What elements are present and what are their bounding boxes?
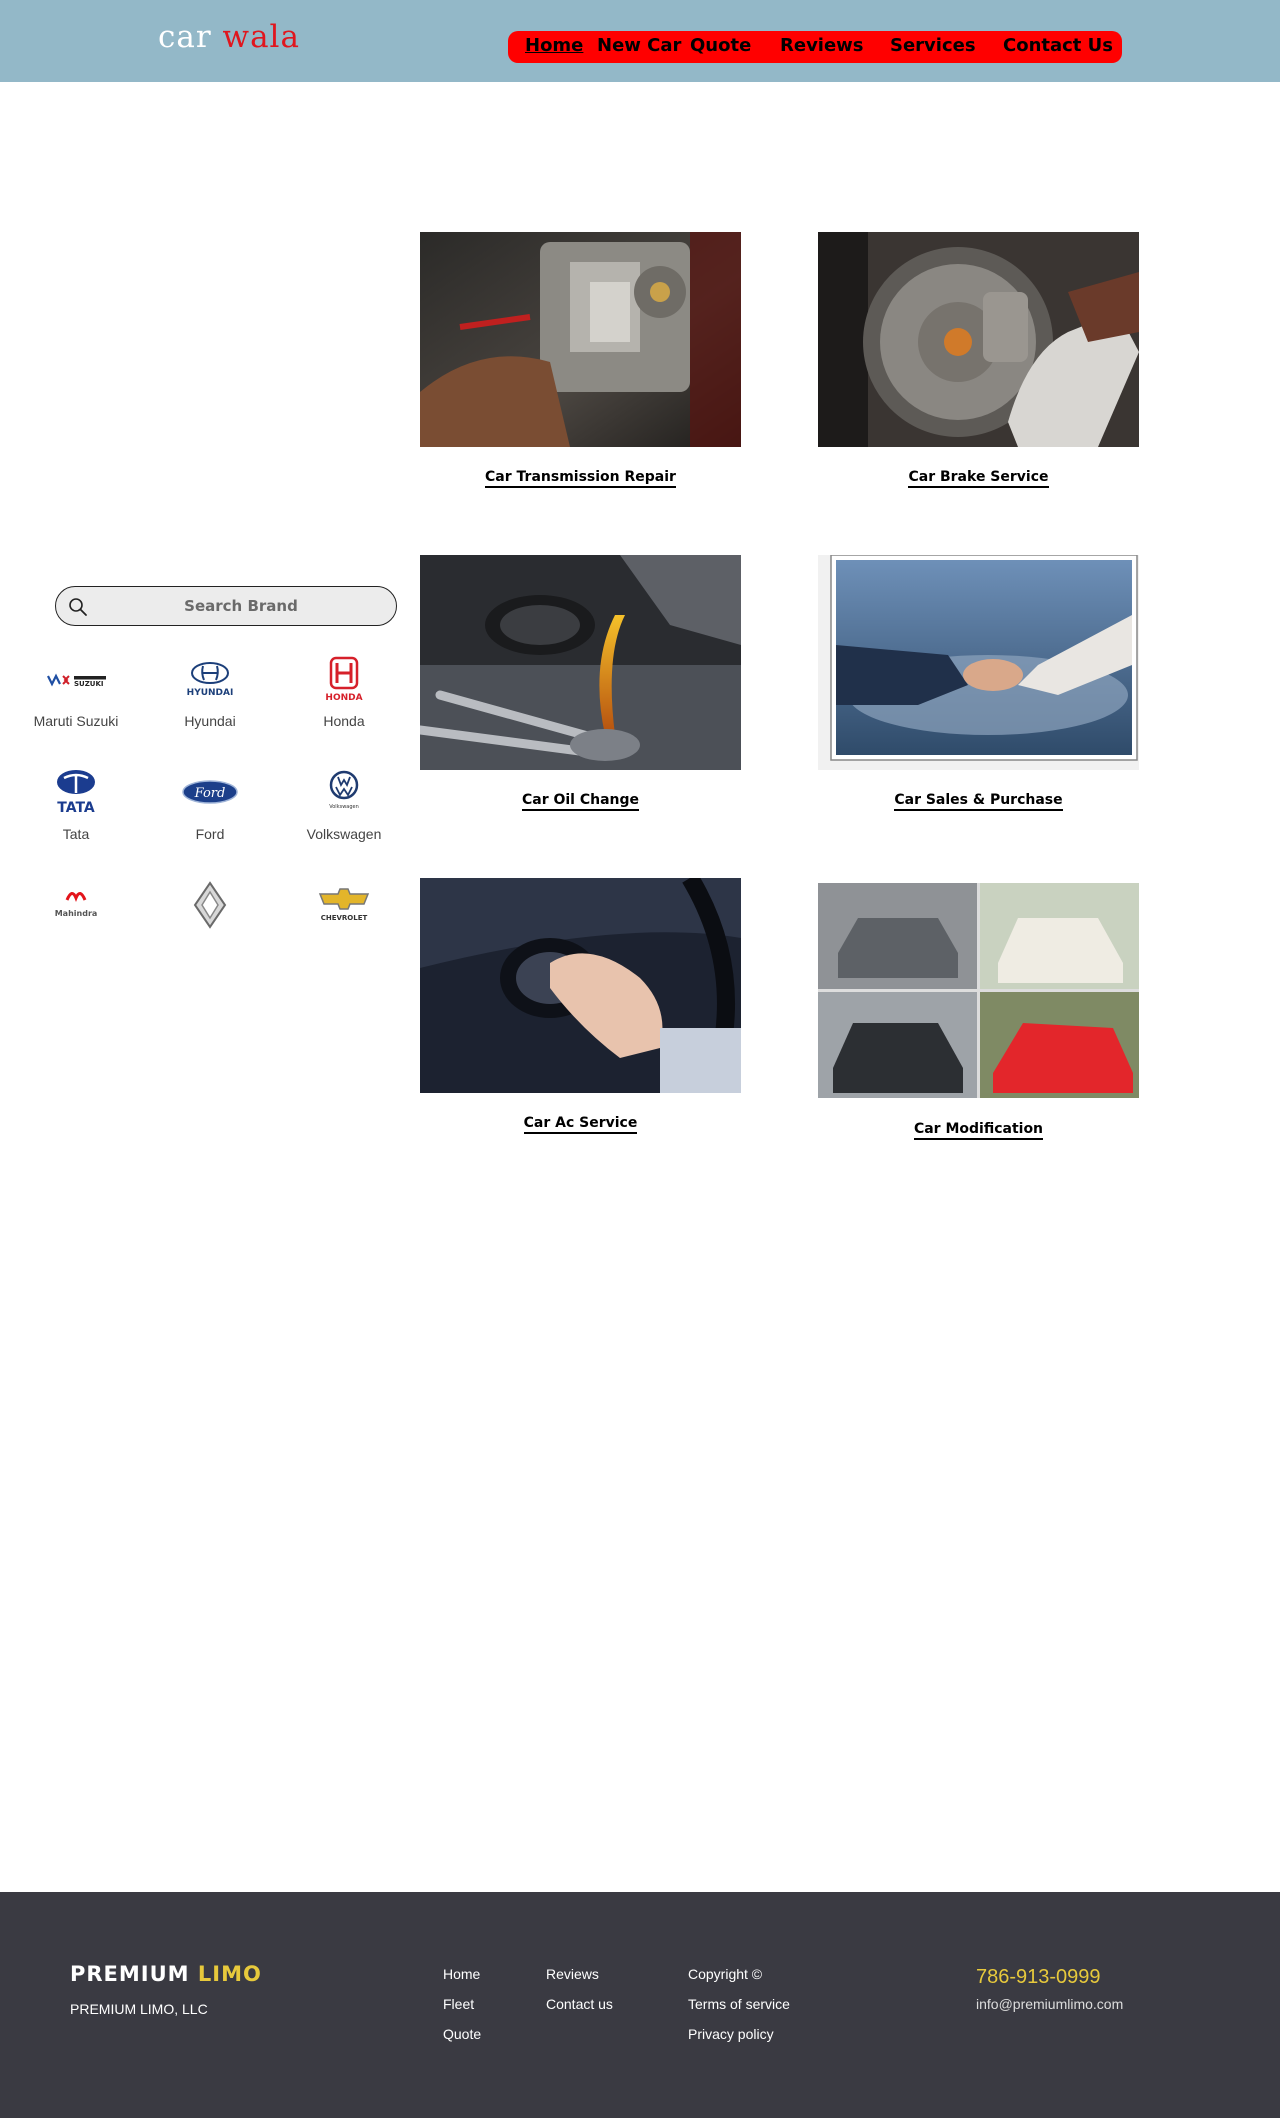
brand-name: Maruti Suzuki xyxy=(33,713,119,729)
service-title[interactable]: Car Sales & Purchase xyxy=(818,792,1139,811)
brand-name: Hyundai xyxy=(184,713,236,729)
site-header: car wala Home New Car Quote Reviews Serv… xyxy=(0,0,1280,82)
footer-link-reviews[interactable]: Reviews xyxy=(546,1966,599,1982)
svg-text:SUZUKI: SUZUKI xyxy=(74,680,104,688)
logo-word-wala: wala xyxy=(222,19,300,55)
footer-phone[interactable]: 786-913-0999 xyxy=(976,1966,1101,1989)
footer-logo[interactable]: PREMIUM LIMO xyxy=(70,1962,262,1986)
tata-logo: TATA xyxy=(57,770,95,816)
brand-name: Volkswagen xyxy=(306,826,382,842)
footer-logo-word1: PREMIUM xyxy=(70,1962,190,1986)
svg-text:HYUNDAI: HYUNDAI xyxy=(187,688,234,698)
nav-reviews[interactable]: Reviews xyxy=(780,35,864,56)
footer-link-home[interactable]: Home xyxy=(443,1966,480,1982)
site-logo[interactable]: car wala xyxy=(158,22,300,53)
footer-company-name: PREMIUM LIMO, LLC xyxy=(70,2001,208,2017)
chevrolet-logo: CHEVROLET xyxy=(318,888,370,922)
nav-new-car[interactable]: New Car xyxy=(597,35,681,56)
svg-text:TATA: TATA xyxy=(57,800,95,816)
footer-link-terms[interactable]: Terms of service xyxy=(688,1996,790,2012)
honda-logo: HONDA xyxy=(325,656,363,703)
brand-chevrolet[interactable]: CHEVROLET xyxy=(277,880,411,938)
footer-link-fleet[interactable]: Fleet xyxy=(443,1996,474,2012)
renault-logo xyxy=(193,881,227,929)
footer-link-privacy[interactable]: Privacy policy xyxy=(688,2026,774,2042)
brand-renault[interactable] xyxy=(143,880,277,938)
hyundai-logo: HYUNDAI xyxy=(187,662,234,698)
svg-text:Ford: Ford xyxy=(194,786,226,801)
brand-tata[interactable]: TATA Tata xyxy=(9,768,143,842)
svg-text:CHEVROLET: CHEVROLET xyxy=(321,914,368,922)
nav-services[interactable]: Services xyxy=(890,35,976,56)
brand-maruti-suzuki[interactable]: SUZUKI Maruti Suzuki xyxy=(9,655,143,729)
search-brand-input[interactable] xyxy=(96,587,386,625)
search-icon xyxy=(69,598,87,616)
sales-handshake-photo[interactable] xyxy=(818,555,1139,770)
nav-quote[interactable]: Quote xyxy=(690,35,751,56)
footer-copyright: Copyright © xyxy=(688,1966,763,1982)
footer-logo-word2: LIMO xyxy=(197,1962,262,1986)
mahindra-logo: Mahindra xyxy=(55,892,98,918)
brand-honda[interactable]: HONDA Honda xyxy=(277,655,411,729)
brand-name: Honda xyxy=(323,713,365,729)
brand-mahindra[interactable]: Mahindra xyxy=(9,880,143,938)
brand-name: Tata xyxy=(62,826,90,842)
site-footer: PREMIUM LIMO PREMIUM LIMO, LLC Home Flee… xyxy=(0,1892,1280,2118)
service-title[interactable]: Car Transmission Repair xyxy=(420,469,741,488)
brand-search[interactable] xyxy=(55,586,397,626)
logo-word-car: car xyxy=(158,19,212,55)
svg-text:Mahindra: Mahindra xyxy=(55,909,98,918)
footer-link-quote[interactable]: Quote xyxy=(443,2026,481,2042)
oil-change-photo[interactable] xyxy=(420,555,741,770)
transmission-repair-photo[interactable] xyxy=(420,232,741,447)
service-title[interactable]: Car Ac Service xyxy=(420,1115,741,1134)
nav-contact-us[interactable]: Contact Us xyxy=(1003,35,1113,56)
brake-service-photo[interactable] xyxy=(818,232,1139,447)
nav-home[interactable]: Home xyxy=(525,35,583,56)
brand-ford[interactable]: Ford Ford xyxy=(143,768,277,842)
svg-text:HONDA: HONDA xyxy=(325,693,362,703)
footer-email[interactable]: info@premiumlimo.com xyxy=(976,1996,1123,2012)
ac-vent-photo[interactable] xyxy=(420,878,741,1093)
ford-logo: Ford xyxy=(182,780,238,804)
service-title[interactable]: Car Oil Change xyxy=(420,792,741,811)
main-nav: Home New Car Quote Reviews Services Cont… xyxy=(508,31,1122,63)
brand-hyundai[interactable]: HYUNDAI Hyundai xyxy=(143,655,277,729)
brand-volkswagen[interactable]: Volkswagen Volkswagen xyxy=(277,768,411,842)
maruti-suzuki-logo: SUZUKI xyxy=(47,673,106,688)
brand-name: Ford xyxy=(195,826,225,842)
footer-link-contact[interactable]: Contact us xyxy=(546,1996,613,2012)
volkswagen-logo: Volkswagen xyxy=(329,770,359,810)
service-title[interactable]: Car Brake Service xyxy=(818,469,1139,488)
modified-cars-collage-photo[interactable] xyxy=(818,883,1139,1098)
service-title[interactable]: Car Modification xyxy=(818,1121,1139,1140)
svg-text:Volkswagen: Volkswagen xyxy=(329,804,359,810)
